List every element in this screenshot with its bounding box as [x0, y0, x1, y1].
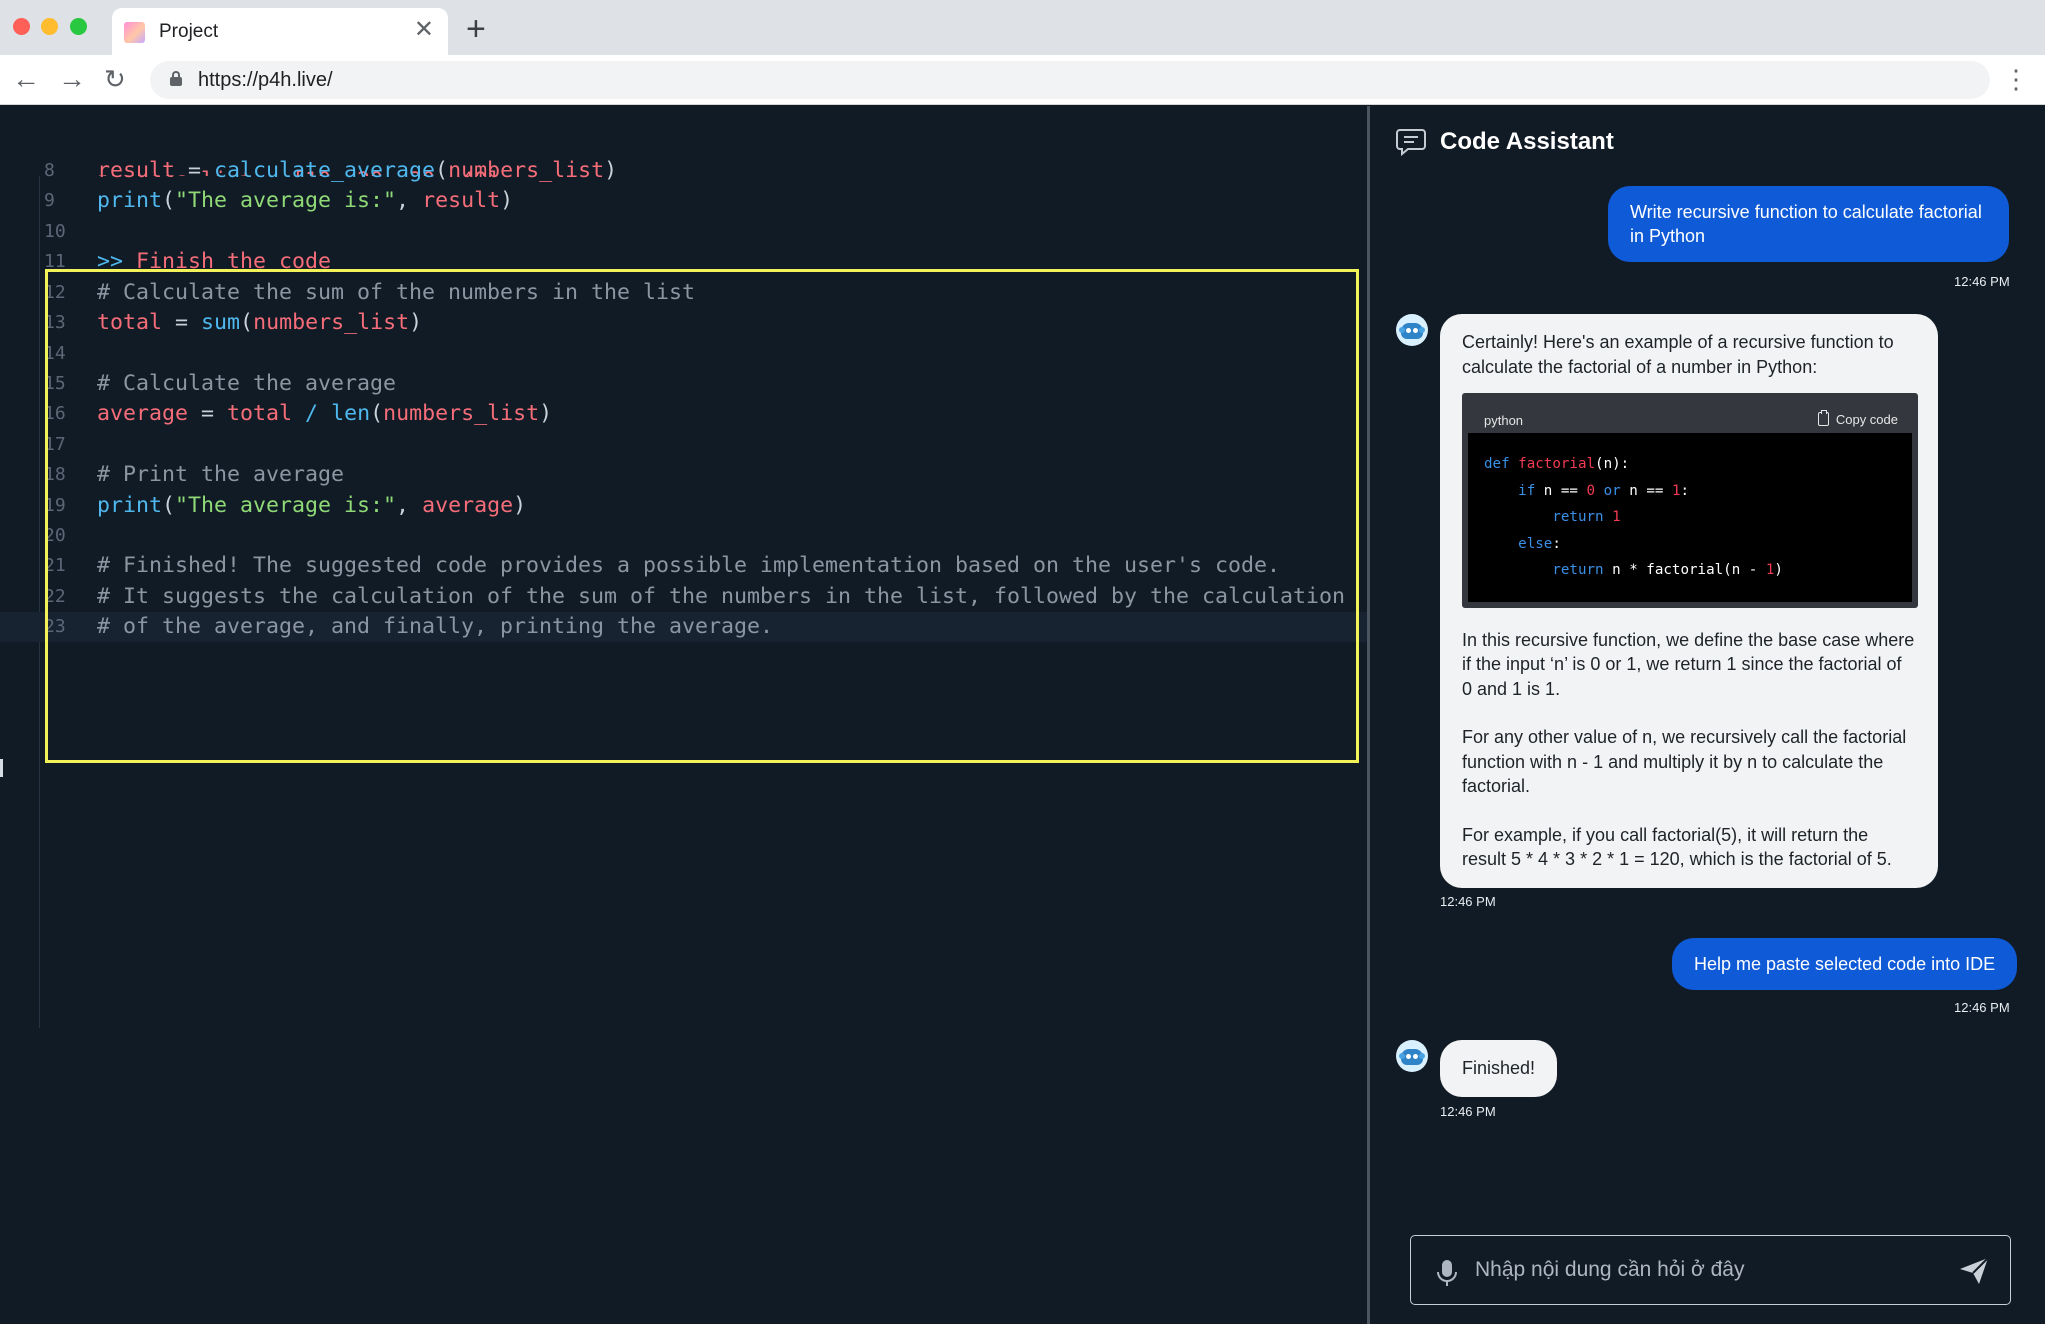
bot-message-paragraphs: In this recursive function, we define th…: [1462, 628, 1916, 872]
bot-message: Certainly! Here's an example of a recurs…: [1440, 314, 1938, 888]
code-token: n * factorial(n -: [1612, 562, 1766, 578]
message-timestamp: 12:46 PM: [1954, 1000, 2010, 1015]
message-timestamp: 12:46 PM: [1954, 274, 2010, 289]
code-token: or: [1603, 482, 1630, 499]
line-text: print("The average is:", result): [97, 186, 513, 216]
send-icon[interactable]: [1958, 1256, 1990, 1286]
code-token: :: [1680, 482, 1690, 499]
bot-avatar: [1396, 314, 1428, 346]
close-window-button[interactable]: [13, 18, 30, 35]
code-token: "The average is:": [175, 188, 397, 214]
browser-tab-bar: Project ✕ +: [0, 0, 2045, 55]
bot-message-paragraph: In this recursive function, we define th…: [1462, 629, 1915, 699]
panel-title: Code Assistant: [1440, 128, 1614, 155]
line-number: 8: [44, 160, 55, 181]
line-number: 9: [44, 190, 55, 212]
code-token: 1: [1612, 509, 1621, 525]
line-number: 10: [44, 220, 66, 242]
code-block-line: def factorial(n):: [1484, 451, 1896, 478]
inserted-code-highlight: [45, 269, 1359, 763]
scroll-edge-marker: [0, 759, 3, 777]
code-block-line: if n == 0 or n == 1:: [1484, 478, 1896, 505]
code-line[interactable]: 9 print("The average is:", result): [0, 186, 1367, 216]
user-message-text: Help me paste selected code into IDE: [1694, 954, 1996, 974]
line-text: result = calculate_average(numbers_list): [97, 156, 617, 186]
code-token: result: [97, 158, 176, 183]
code-token: ): [1774, 562, 1783, 578]
code-token: def: [1484, 456, 1519, 472]
code-token: :: [1552, 535, 1561, 552]
browser-toolbar: ← → ↻ https://p4h.live/ ⋮: [0, 55, 2045, 105]
code-token: (: [162, 188, 176, 214]
code-token: ): [604, 158, 618, 183]
code-token: return: [1484, 509, 1613, 525]
code-token: factorial: [1518, 456, 1596, 472]
code-block-line: return n * factorial(n - 1): [1484, 557, 1896, 584]
browser-menu-icon[interactable]: ⋮: [2003, 62, 2029, 96]
user-message: Write recursive function to calculate fa…: [1608, 186, 2009, 262]
copy-code-button[interactable]: Copy code: [1817, 408, 1898, 433]
code-token: 0: [1586, 482, 1604, 499]
copy-code-label: Copy code: [1835, 412, 1898, 427]
forward-arrow-icon[interactable]: →: [58, 63, 86, 95]
chat-input-placeholder: Nhập nội dung cần hỏi ở đây: [1475, 1258, 1745, 1281]
bot-message-paragraph: For example, if you call factorial(5), i…: [1462, 824, 1892, 870]
code-token: ,: [396, 188, 423, 214]
chat-icon: [1396, 129, 1426, 156]
code-token: (n):: [1595, 456, 1630, 472]
code-line[interactable]: 8 result = calculate_average(numbers_list…: [0, 156, 1367, 186]
code-token: n ==: [1543, 482, 1587, 499]
address-bar[interactable]: https://p4h.live/: [150, 61, 1990, 99]
code-block: python Copy code def factorial(n): if n …: [1462, 393, 1918, 608]
tab-title: Project: [159, 21, 219, 42]
code-token: ): [500, 188, 514, 214]
code-block-line: return 1: [1484, 504, 1896, 531]
code-token: return: [1484, 562, 1613, 578]
code-assistant-panel: Code Assistant Write recursive function …: [1370, 106, 2045, 1324]
bot-avatar: [1396, 1040, 1428, 1072]
bot-message-intro: Certainly! Here's an example of a recurs…: [1462, 332, 1894, 377]
code-editor[interactable]: numbers_list = [10, 20, 30, 40] 8result …: [0, 106, 1367, 1324]
code-token: print: [97, 188, 163, 214]
code-language-label: python: [1484, 413, 1524, 428]
code-line[interactable]: 10: [0, 217, 1367, 247]
code-token: 1: [1671, 482, 1681, 499]
chat-input[interactable]: Nhập nội dung cần hỏi ở đây: [1410, 1235, 2011, 1305]
minimize-window-button[interactable]: [41, 18, 58, 35]
message-timestamp: 12:46 PM: [1440, 1104, 1496, 1119]
code-token: else: [1484, 535, 1553, 552]
code-block-line: else:: [1484, 531, 1896, 558]
clipboard-icon: [1817, 410, 1829, 426]
tab-close-icon[interactable]: ✕: [414, 17, 434, 43]
url-text[interactable]: https://p4h.live/: [198, 69, 333, 92]
code-token: if: [1484, 482, 1544, 499]
bot-message: Finished!: [1440, 1040, 1558, 1097]
code-token: (: [435, 158, 449, 183]
back-arrow-icon[interactable]: ←: [12, 63, 40, 95]
code-token: result: [422, 188, 501, 214]
bot-message-paragraph: For any other value of n, we recursively…: [1462, 727, 1907, 796]
new-tab-button[interactable]: +: [466, 12, 486, 46]
code-token: n ==: [1629, 482, 1672, 499]
browser-tab[interactable]: Project ✕: [112, 8, 448, 55]
maximize-window-button[interactable]: [70, 18, 87, 35]
reload-icon[interactable]: ↻: [104, 63, 126, 95]
code-token: numbers_list: [448, 158, 605, 183]
lock-icon: [170, 71, 182, 86]
message-timestamp: 12:46 PM: [1440, 894, 1496, 909]
user-message: Help me paste selected code into IDE: [1672, 938, 2018, 990]
code-token: =: [175, 158, 215, 183]
favicon-icon: [124, 22, 145, 43]
microphone-icon[interactable]: [1435, 1258, 1459, 1288]
user-message-text: Write recursive function to calculate fa…: [1630, 202, 1982, 246]
code-token: calculate_average: [214, 158, 436, 183]
code-block-body: def factorial(n): if n == 0 or n == 1: r…: [1468, 433, 1912, 602]
bot-message-text: Finished!: [1462, 1058, 1536, 1078]
